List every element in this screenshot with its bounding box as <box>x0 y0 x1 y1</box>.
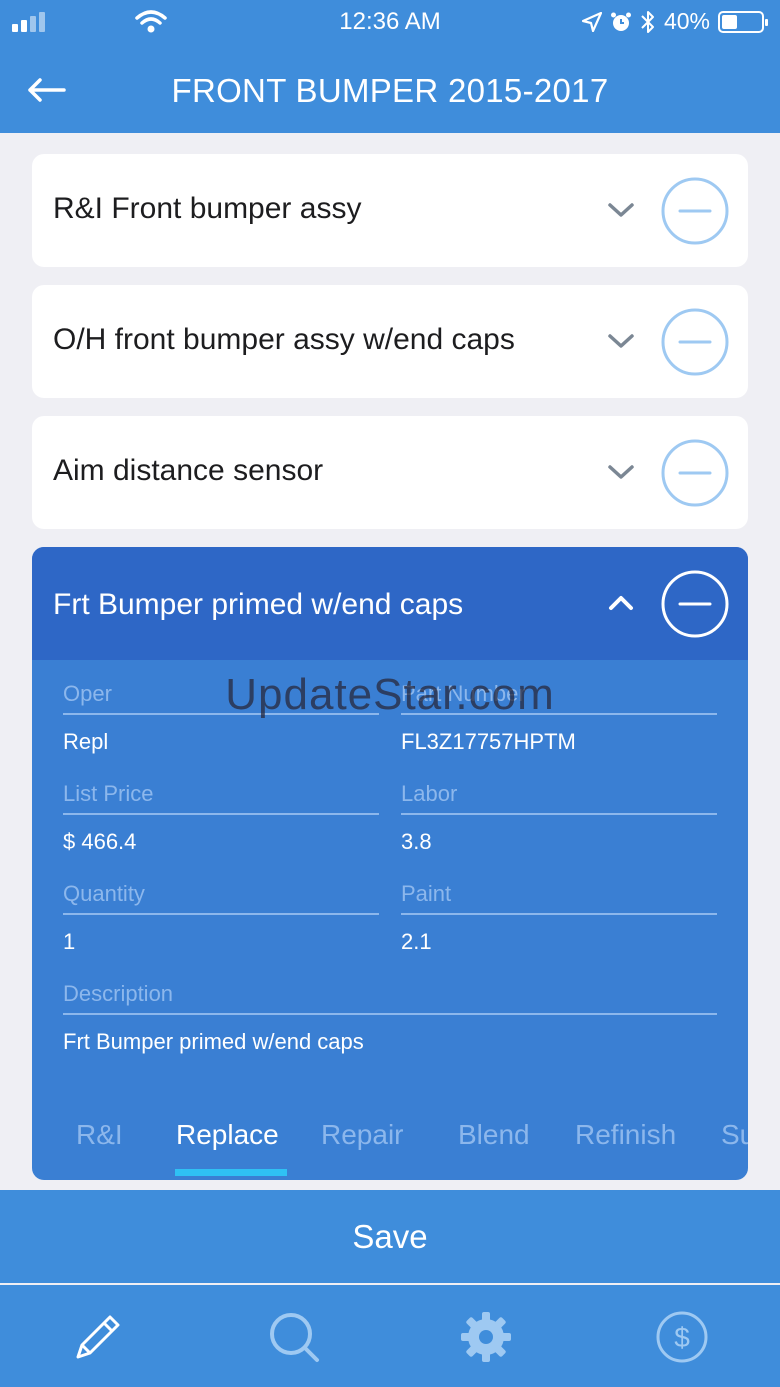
dollar-icon[interactable]: $ <box>654 1309 710 1365</box>
search-icon[interactable] <box>266 1309 322 1365</box>
nav-bar: FRONT BUMPER 2015-2017 <box>0 52 780 132</box>
battery-icon <box>718 10 768 33</box>
bluetooth-icon <box>641 10 654 33</box>
part-number-value: FL3Z17757HPTM <box>401 729 576 754</box>
operation-item[interactable]: R&I Front bumper assy <box>32 154 748 267</box>
tab-repair[interactable]: Repair <box>321 1119 403 1151</box>
description-field[interactable]: Description Frt Bumper primed w/end caps <box>63 981 717 1055</box>
quantity-value: 1 <box>63 929 76 954</box>
list-price-field[interactable]: List Price $ 466.4 <box>63 781 379 855</box>
status-right: 40% <box>581 8 768 35</box>
top-bar: 12:36 AM 40% FRONT BUMPER 2015-2017 <box>0 0 780 133</box>
alarm-icon <box>610 12 631 31</box>
paint-value: 2.1 <box>401 929 432 954</box>
operation-item-label: O/H front bumper assy w/end caps <box>53 323 515 356</box>
expanded-item-header[interactable]: Frt Bumper primed w/end caps <box>32 547 748 660</box>
expanded-item-label: Frt Bumper primed w/end caps <box>53 588 464 621</box>
status-bar: 12:36 AM 40% <box>0 0 780 44</box>
bottom-tab-bar: $ <box>0 1285 780 1387</box>
tab-ri[interactable]: R&I <box>76 1119 123 1151</box>
description-value: Frt Bumper primed w/end caps <box>63 1029 364 1054</box>
remove-circle-icon[interactable] <box>660 569 730 639</box>
list-price-value: $ 466.4 <box>63 829 137 854</box>
labor-label: Labor <box>401 781 458 806</box>
svg-text:$: $ <box>674 1322 690 1353</box>
page-title: FRONT BUMPER 2015-2017 <box>171 72 609 109</box>
remove-circle-icon[interactable] <box>660 438 730 508</box>
location-icon <box>581 11 602 32</box>
chevron-down-icon[interactable] <box>606 198 636 222</box>
remove-circle-icon[interactable] <box>660 176 730 246</box>
chevron-up-icon[interactable] <box>606 591 636 615</box>
paint-label: Paint <box>401 881 452 906</box>
operation-item[interactable]: O/H front bumper assy w/end caps <box>32 285 748 398</box>
active-tab-indicator <box>175 1169 287 1176</box>
description-label: Description <box>63 981 174 1006</box>
quantity-label: Quantity <box>63 881 145 906</box>
oper-value: Repl <box>63 729 109 754</box>
labor-field[interactable]: Labor 3.8 <box>401 781 717 855</box>
remove-circle-icon[interactable] <box>660 307 730 377</box>
chevron-down-icon[interactable] <box>606 329 636 353</box>
operation-item-label: R&I Front bumper assy <box>53 192 362 225</box>
operation-type-tabs: R&I Replace Repair Blend Refinish Su <box>32 1107 748 1180</box>
paint-field[interactable]: Paint 2.1 <box>401 881 717 955</box>
pencil-icon[interactable] <box>70 1309 126 1365</box>
tab-replace[interactable]: Replace <box>176 1119 279 1151</box>
save-button[interactable]: Save <box>0 1190 780 1283</box>
tab-refinish[interactable]: Refinish <box>575 1119 676 1151</box>
chevron-down-icon[interactable] <box>606 460 636 484</box>
gear-icon[interactable] <box>458 1309 514 1365</box>
list-price-label: List Price <box>63 781 154 806</box>
tab-sublet[interactable]: Su <box>721 1119 748 1151</box>
operation-item-label: Aim distance sensor <box>53 454 324 487</box>
watermark: UpdateStar.com <box>225 670 555 719</box>
tab-blend[interactable]: Blend <box>458 1119 530 1151</box>
quantity-field[interactable]: Quantity 1 <box>63 881 379 955</box>
operation-item[interactable]: Aim distance sensor <box>32 416 748 529</box>
battery-percent: 40% <box>663 8 710 34</box>
expanded-operation-item: Frt Bumper primed w/end caps Oper Repl P… <box>32 547 748 1180</box>
labor-value: 3.8 <box>401 829 432 854</box>
